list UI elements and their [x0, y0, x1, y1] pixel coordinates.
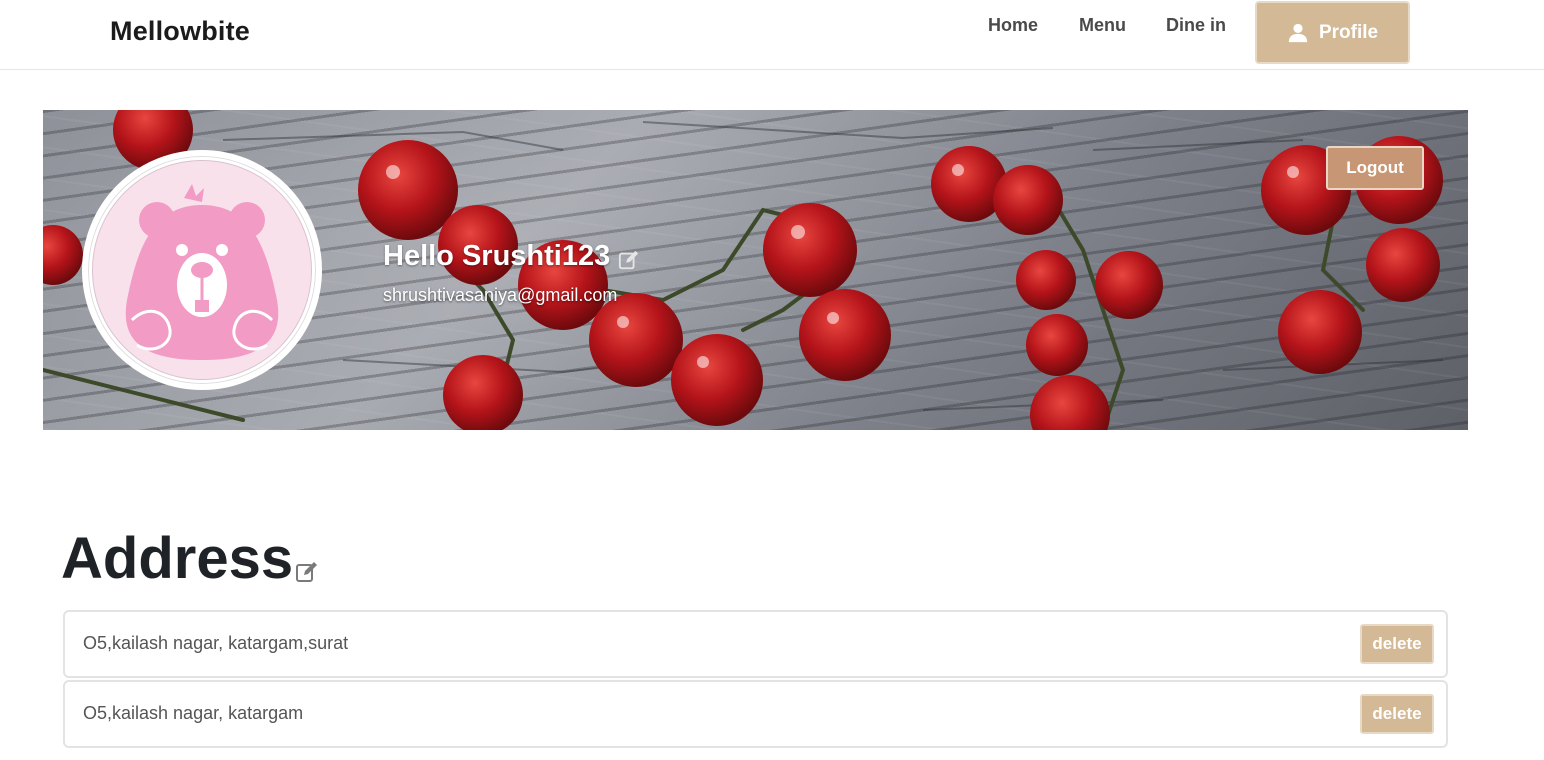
profile-banner: Hello Srushti123 shrushtivasaniya@gmail.…: [43, 110, 1468, 430]
address-heading: Address: [61, 530, 319, 588]
avatar: [82, 150, 322, 390]
brand-logo[interactable]: Mellowbite: [110, 16, 250, 47]
logout-button[interactable]: Logout: [1326, 146, 1424, 190]
delete-address-button[interactable]: delete: [1360, 624, 1434, 664]
profile-button-label: Profile: [1318, 21, 1379, 43]
address-text: O5,kailash nagar, katargam: [83, 703, 304, 723]
nav-link-home[interactable]: Home: [988, 15, 1038, 36]
user-icon: [1288, 23, 1308, 42]
user-email: shrushtivasaniya@gmail.com: [383, 285, 618, 305]
user-greeting: Hello Srushti123: [383, 240, 640, 273]
address-list-item: O5,kailash nagar, katargam delete: [63, 680, 1448, 748]
navbar: Mellowbite Home Menu Dine in Profile: [0, 0, 1544, 70]
delete-address-button[interactable]: delete: [1360, 694, 1434, 734]
address-text: O5,kailash nagar, katargam,surat: [83, 633, 349, 653]
greeting-text: Hello Srushti123: [383, 240, 611, 272]
address-list-item: O5,kailash nagar, katargam,surat delete: [63, 610, 1448, 678]
nav-link-menu[interactable]: Menu: [1079, 15, 1126, 36]
edit-icon[interactable]: [618, 249, 640, 271]
address-heading-text: Address: [61, 526, 294, 591]
profile-button[interactable]: Profile: [1255, 1, 1410, 64]
edit-icon[interactable]: [295, 560, 319, 584]
nav-link-dine-in[interactable]: Dine in: [1166, 15, 1226, 36]
bear-avatar-icon: [125, 184, 279, 360]
